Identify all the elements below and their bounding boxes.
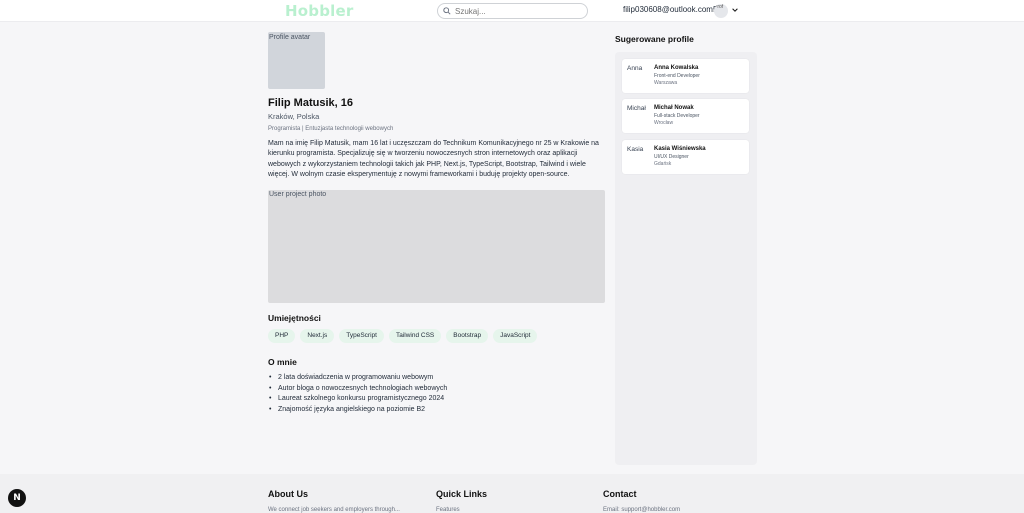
skills-title: Umiejętności: [268, 313, 321, 324]
suggested-profile-city: Gdańsk: [654, 161, 672, 167]
about-item: 2 lata doświadczenia w programowaniu web…: [268, 373, 605, 384]
user-email: filip030608@outlook.com5: [623, 5, 718, 14]
suggested-profiles-panel: Anna Anna Kowalska Front-end Developer W…: [615, 52, 757, 465]
footer-about-title: About Us: [268, 489, 308, 499]
footer-contact-title: Contact: [603, 489, 637, 499]
skill-tag: Bootstrap: [446, 329, 489, 344]
profile-avatar: Profile avatar: [268, 32, 325, 89]
footer-links-title: Quick Links: [436, 489, 488, 499]
suggested-profile-card[interactable]: Anna Anna Kowalska Front-end Developer W…: [622, 59, 749, 93]
about-item: Znajomość języka angielskiego na poziomi…: [268, 405, 605, 416]
skill-tag: JavaScript: [493, 329, 538, 344]
project-photo: User project photo: [268, 190, 605, 304]
nextjs-dev-button[interactable]: N: [8, 489, 26, 507]
profile-bio: Mam na imię Filip Matusik, mam 16 lat i …: [268, 140, 599, 178]
top-navbar: Hobbler filip030608@outlook.com5 Prof: [0, 0, 1024, 22]
chevron-down-icon[interactable]: [731, 6, 739, 14]
profile-location: Kraków, Polska: [268, 112, 320, 121]
suggested-profile-avatar: Kasia: [627, 146, 644, 153]
about-list: 2 lata doświadczenia w programowaniu web…: [268, 373, 605, 415]
suggested-profile-card[interactable]: Kasia Kasia Wiśniewska UI/UX Designer Gd…: [622, 140, 749, 174]
suggested-profile-city: Warszawa: [654, 80, 678, 86]
profile-tagline: Programista | Entuzjasta technologii web…: [268, 126, 394, 132]
search-box[interactable]: [437, 3, 588, 19]
profile-name: Filip Matusik, 16: [268, 97, 353, 109]
suggested-profile-name: Anna Kowalska: [654, 65, 699, 71]
about-item: Laureat szkolnego konkursu programistycz…: [268, 394, 605, 405]
suggested-profile-city: Wrocław: [654, 120, 674, 126]
about-item: Autor bloga o nowoczesnych technologiach…: [268, 384, 605, 395]
skill-tag: Tailwind CSS: [388, 329, 442, 344]
profile-main: Profile avatar Filip Matusik, 16 Kraków,…: [268, 32, 605, 415]
suggested-profile-role: Full-stack Developer: [654, 113, 700, 119]
suggested-profile-name: Kasia Wiśniewska: [654, 146, 706, 152]
suggested-profile-name: Michał Nowak: [654, 105, 694, 111]
suggested-profile-role: UI/UX Designer: [654, 154, 689, 160]
about-title: O mnie: [268, 357, 297, 368]
suggested-profile-avatar: Anna: [627, 65, 643, 72]
suggested-profile-avatar: Michał: [627, 105, 646, 112]
suggested-profile-role: Front-end Developer: [654, 73, 700, 79]
nextjs-dev-label: N: [13, 493, 21, 503]
project-photo-alt: User project photo: [269, 191, 327, 199]
suggested-profiles-title: Sugerowane profile: [615, 34, 694, 44]
skills-list: PHP Next.js TypeScript Tailwind CSS Boot…: [268, 329, 605, 344]
skill-tag: PHP: [268, 329, 296, 344]
skill-tag: TypeScript: [339, 329, 384, 344]
user-avatar-alt: Prof: [714, 4, 724, 10]
profile-avatar-alt: Profile avatar: [269, 34, 311, 41]
footer-contact-text: Email: support@hobbler.com: [603, 507, 681, 513]
user-avatar[interactable]: Prof: [714, 4, 728, 18]
suggested-profile-card[interactable]: Michał Michał Nowak Full-stack Developer…: [622, 99, 749, 133]
footer-about: About Us We connect job seekers and empl…: [268, 489, 400, 513]
search-input[interactable]: [455, 5, 583, 17]
skill-tag: Next.js: [300, 329, 335, 344]
footer: About Us We connect job seekers and empl…: [0, 474, 1024, 513]
search-icon: [443, 7, 451, 15]
footer-link[interactable]: Features: [436, 507, 487, 513]
footer-contact: Contact Email: support@hobbler.com: [603, 489, 680, 513]
footer-links: Quick Links Features: [436, 489, 487, 513]
footer-about-text: We connect job seekers and employers thr…: [268, 507, 400, 513]
logo[interactable]: Hobbler: [285, 2, 353, 20]
